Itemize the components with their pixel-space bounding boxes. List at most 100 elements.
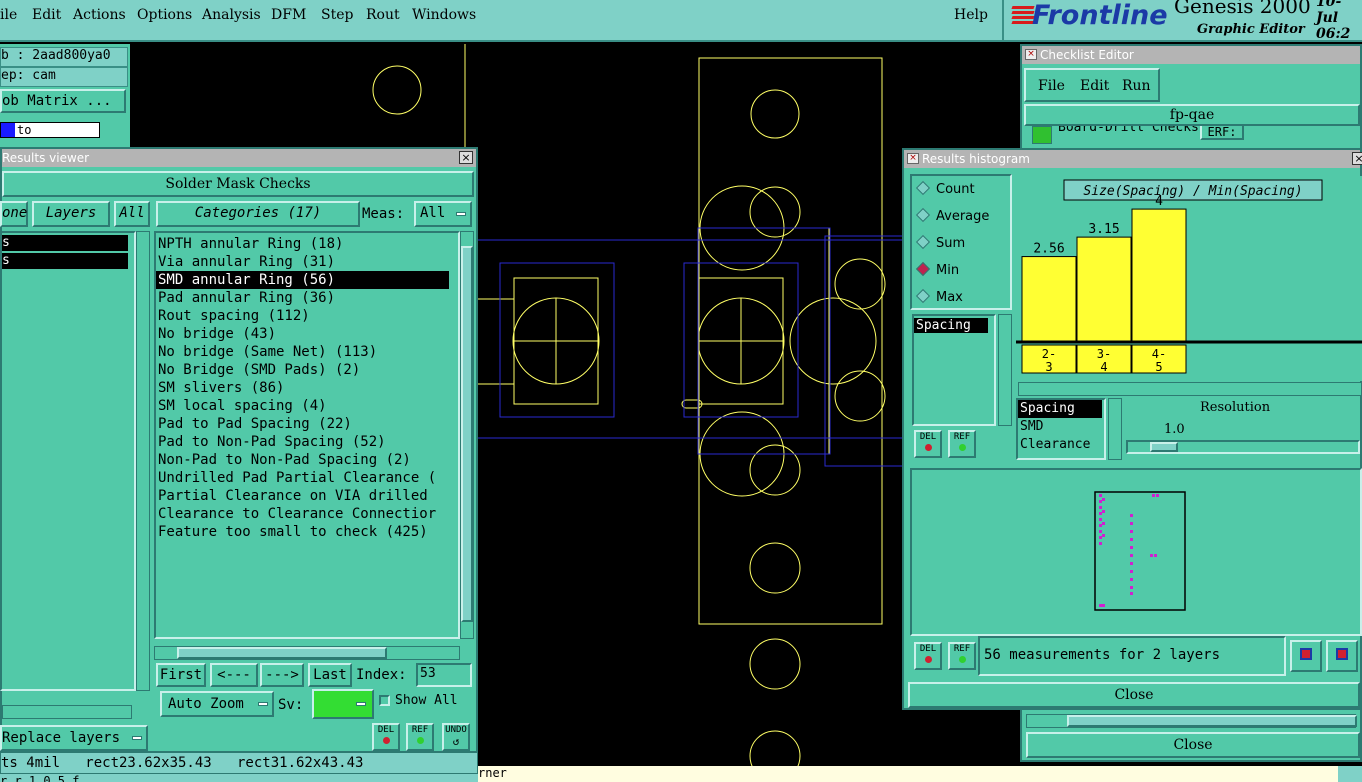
layer-to-label: to [17, 123, 32, 137]
layer-list-scrollbar[interactable] [136, 231, 150, 691]
checklist-close-button[interactable]: Close [1026, 732, 1360, 758]
bar-value-label: 3.15 [1088, 222, 1119, 237]
categories-scrollbar[interactable] [460, 231, 474, 639]
meas-dropdown[interactable]: All [414, 201, 472, 227]
radio-average[interactable]: Average [915, 207, 990, 224]
zoom-in-view-button[interactable] [1290, 640, 1322, 672]
histogram-titlebar[interactable]: × Results histogram × [904, 150, 1362, 168]
del-button[interactable]: DEL [372, 723, 400, 751]
category-item[interactable]: Via annular Ring (31) [156, 253, 458, 271]
replace-layers-dropdown[interactable]: Replace layers [0, 725, 148, 751]
menu-run[interactable]: Run [1122, 76, 1151, 96]
radio-max[interactable]: Max [915, 288, 963, 305]
checklist-row[interactable]: Board-Drill Checks ERF: [1028, 126, 1358, 146]
attribute-item[interactable]: Clearance [1018, 436, 1104, 454]
menu-options[interactable]: Options [137, 7, 192, 23]
menu-analysis[interactable]: Analysis [202, 7, 261, 23]
histogram-hscroll[interactable] [1018, 382, 1362, 396]
category-item[interactable]: Pad to Pad Spacing (22) [156, 415, 458, 433]
category-item[interactable]: SM local spacing (4) [156, 397, 458, 415]
measure-list[interactable]: Spacing [912, 314, 996, 426]
scatter-del-button[interactable]: DEL [914, 642, 942, 670]
undo-button[interactable]: UNDO ↺ [442, 723, 470, 751]
category-item[interactable]: No bridge (Same Net) (113) [156, 343, 458, 361]
menu-help[interactable]: Help [954, 7, 988, 23]
tab-none[interactable]: one [0, 201, 28, 227]
ref-button[interactable]: REF [406, 723, 434, 751]
show-all-checkbox[interactable] [379, 695, 390, 706]
category-item[interactable]: SM slivers (86) [156, 379, 458, 397]
last-button[interactable]: Last [308, 663, 352, 687]
scroll-thumb[interactable] [177, 647, 387, 659]
category-item[interactable]: Feature too small to check (425) [156, 523, 458, 541]
category-item[interactable]: SMD annular Ring (56) [156, 271, 449, 289]
menu-file[interactable]: File [1038, 76, 1065, 96]
menu-actions[interactable]: Actions [73, 7, 126, 23]
category-item[interactable]: No bridge (43) [156, 325, 458, 343]
category-label: 3 [1045, 360, 1052, 374]
category-item[interactable]: Rout spacing (112) [156, 307, 458, 325]
slider-thumb[interactable] [1150, 442, 1178, 452]
checklist-editor-titlebar[interactable]: × Checklist Editor [1022, 46, 1360, 64]
dropdown-icon [132, 736, 142, 740]
attribute-item[interactable]: Spacing [1018, 400, 1102, 418]
category-item[interactable]: Clearance to Clearance Connectior [156, 505, 458, 523]
auto-zoom-dropdown[interactable]: Auto Zoom [160, 691, 274, 717]
category-item[interactable]: Pad to Non-Pad Spacing (52) [156, 433, 458, 451]
hist-del-button[interactable]: DEL [914, 430, 942, 458]
histogram-bar [1021, 256, 1077, 342]
category-item[interactable]: Non-Pad to Non-Pad Spacing (2) [156, 451, 458, 469]
close-icon[interactable]: × [459, 151, 473, 164]
prev-button[interactable]: <--- [210, 663, 258, 687]
layer-row[interactable]: s [2, 253, 128, 269]
category-item[interactable]: Pad annular Ring (36) [156, 289, 458, 307]
scatter-ref-button[interactable]: REF [948, 642, 976, 670]
measure-scrollbar[interactable] [998, 314, 1012, 426]
histogram-close-button[interactable]: Close [908, 682, 1360, 708]
sv-color-dropdown[interactable] [312, 689, 374, 719]
layer-to-field[interactable]: to [0, 122, 100, 138]
radio-sum[interactable]: Sum [915, 234, 965, 251]
menu-rout[interactable]: Rout [366, 7, 400, 23]
radio-count[interactable]: Count [915, 180, 975, 197]
results-viewer-titlebar[interactable]: Results viewer × [2, 149, 476, 167]
category-item[interactable]: No Bridge (SMD Pads) (2) [156, 361, 458, 379]
layer-list[interactable]: s s [0, 231, 136, 691]
category-item[interactable]: NPTH annular Ring (18) [156, 235, 458, 253]
brand-logo: Frontline [1032, 0, 1168, 31]
layer-color-swatch [1, 123, 15, 137]
tab-all[interactable]: All [114, 201, 150, 227]
menu-edit[interactable]: Edit [1080, 76, 1109, 96]
zoom-out-view-button[interactable] [1326, 640, 1358, 672]
attribute-item[interactable]: SMD [1018, 418, 1104, 436]
category-item[interactable]: Partial Clearance on VIA drilled [156, 487, 458, 505]
measure-item[interactable]: Spacing [914, 318, 988, 333]
attribute-scrollbar[interactable] [1108, 398, 1122, 460]
radio-label: Average [936, 209, 990, 224]
hist-ref-button[interactable]: REF [948, 430, 976, 458]
layer-row[interactable]: s [2, 235, 128, 251]
attribute-list[interactable]: Spacing SMD Clearance [1016, 398, 1106, 460]
categories-list[interactable]: NPTH annular Ring (18) Via annular Ring (… [154, 231, 460, 639]
first-button[interactable]: First [156, 663, 206, 687]
window-icon: × [907, 153, 919, 164]
layer-list-hscroll[interactable] [2, 705, 132, 719]
job-matrix-button[interactable]: ob Matrix ... [0, 89, 126, 113]
categories-button[interactable]: Categories (17) [156, 201, 360, 227]
index-input[interactable]: 53 [416, 663, 472, 687]
menu-edit[interactable]: Edit [32, 7, 61, 23]
menu-windows[interactable]: Windows [412, 7, 476, 23]
scroll-thumb[interactable] [1067, 715, 1357, 727]
next-button[interactable]: ---> [260, 663, 304, 687]
category-item[interactable]: Undrilled Pad Partial Clearance ( [156, 469, 458, 487]
resolution-slider[interactable] [1126, 440, 1360, 454]
close-icon[interactable]: × [1352, 152, 1362, 165]
scroll-thumb[interactable] [461, 246, 473, 622]
checklist-hscroll[interactable] [1026, 714, 1357, 728]
menu-file[interactable]: ile [0, 7, 17, 23]
menu-dfm[interactable]: DFM [271, 7, 306, 23]
categories-hscroll[interactable] [154, 646, 460, 660]
radio-min[interactable]: Min [915, 261, 959, 278]
tab-layers[interactable]: Layers [32, 201, 110, 227]
menu-step[interactable]: Step [321, 7, 353, 23]
